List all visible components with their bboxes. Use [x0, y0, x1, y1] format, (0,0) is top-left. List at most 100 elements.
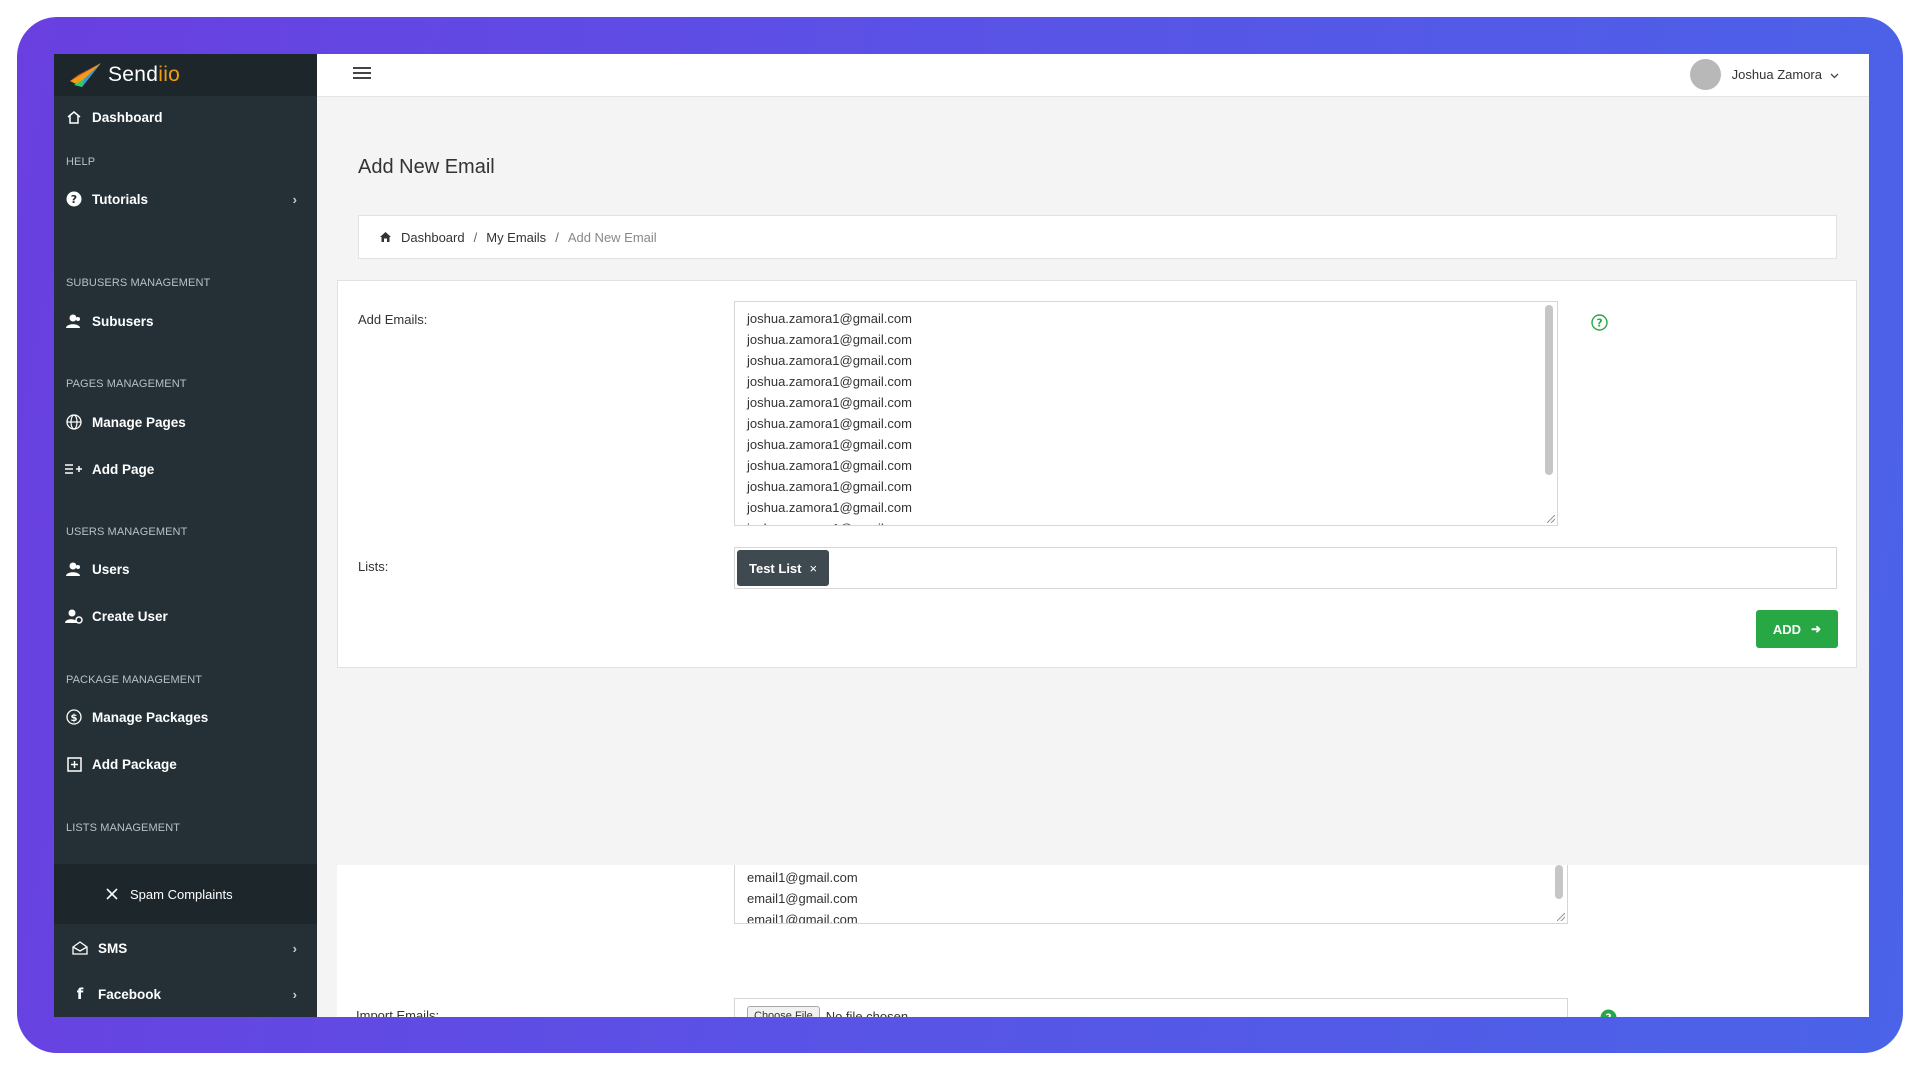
menu-toggle-icon[interactable] [353, 67, 371, 81]
users-icon [56, 561, 92, 577]
sidebar-item-spam-complaints[interactable]: Spam Complaints [54, 874, 317, 914]
brand-name: Sendiio [108, 63, 181, 86]
section-package: PACKAGE MANAGEMENT [66, 674, 203, 686]
email-lines: joshua.zamora1@gmail.com joshua.zamora1@g… [747, 308, 1545, 525]
chevron-right-icon: › [292, 940, 297, 956]
section-users: USERS MANAGEMENT [66, 526, 188, 538]
email-line: joshua.zamora1@gmail.com [747, 437, 912, 452]
sidebar-item-sms[interactable]: SMS › [54, 928, 317, 968]
add-button[interactable]: ADD ➜ [1756, 610, 1838, 648]
sidebar-item-add-page[interactable]: Add Page [54, 449, 317, 489]
sidebar: Sendiio Dashboard HELP ? Tutorials › SUB… [54, 54, 317, 1017]
svg-text:?: ? [71, 193, 77, 206]
chevron-right-icon: › [292, 986, 297, 1002]
user-name: Joshua Zamora [1731, 67, 1822, 82]
envelope-open-icon [62, 941, 98, 955]
sidebar-item-label: Dashboard [92, 109, 163, 125]
breadcrumb-current: Add New Email [567, 229, 657, 245]
resize-handle-icon[interactable] [1557, 913, 1565, 921]
sidebar-item-label: Users [92, 561, 130, 577]
file-status: No file chosen [825, 1008, 909, 1018]
email-line: email1@gmail.com [747, 870, 858, 885]
choose-file-button[interactable]: Choose File [747, 1006, 820, 1017]
section-help: HELP [66, 156, 96, 168]
emails-textarea-lower[interactable]: email1@gmail.com email1@gmail.com email1@g… [734, 865, 1568, 924]
breadcrumb-separator: / [473, 229, 478, 245]
user-menu[interactable]: Joshua Zamora [1689, 59, 1839, 90]
email-line: joshua.zamora1@gmail.com [747, 374, 912, 389]
lists-label: Lists: [358, 559, 389, 574]
sidebar-item-users[interactable]: Users [54, 549, 317, 589]
lists-select[interactable]: Test List × [734, 547, 1837, 589]
chevron-down-icon [1830, 67, 1839, 82]
plus-square-icon [56, 756, 92, 772]
add-emails-label: Add Emails: [358, 312, 428, 327]
breadcrumb-dashboard-link[interactable]: Dashboard [401, 230, 465, 245]
email-line: joshua.zamora1@gmail.com [747, 311, 912, 326]
list-tag: Test List × [737, 550, 830, 586]
email-line: email1@gmail.com [747, 912, 858, 924]
sidebar-item-label: Spam Complaints [130, 886, 233, 902]
facebook-icon: f [76, 985, 84, 1003]
avatar [1689, 59, 1721, 90]
sidebar-item-dashboard[interactable]: Dashboard [54, 97, 317, 137]
top-navbar: Joshua Zamora [317, 54, 1869, 97]
sidebar-item-label: Subusers [92, 313, 154, 329]
sidebar-item-label: Create User [92, 608, 168, 624]
email-line: joshua.zamora1@gmail.com [747, 395, 912, 410]
email-line: joshua.zamora1@gmail.com [747, 458, 912, 473]
sidebar-item-add-package[interactable]: Add Package [54, 744, 317, 784]
breadcrumb-my-emails-link[interactable]: My Emails [486, 230, 546, 245]
help-question-icon[interactable]: ? [1590, 313, 1608, 331]
sidebar-item-label: Add Page [92, 461, 155, 477]
svg-text:$: $ [71, 713, 78, 724]
sidebar-item-label: SMS [98, 940, 128, 956]
emails-textarea[interactable]: joshua.zamora1@gmail.com joshua.zamora1@g… [734, 301, 1558, 526]
section-subusers: SUBUSERS MANAGEMENT [66, 277, 211, 289]
email-lines: email1@gmail.com email1@gmail.com email1@g… [747, 867, 1555, 924]
email-line: joshua.zamora1@gmail.com [747, 500, 912, 515]
sidebar-item-tutorials[interactable]: ? Tutorials › [54, 179, 317, 219]
remove-tag-icon[interactable]: × [810, 561, 818, 576]
help-question-filled-icon[interactable]: ? [1599, 1008, 1617, 1017]
sidebar-item-manage-pages[interactable]: Manage Pages [54, 402, 317, 442]
breadcrumb-separator: / [555, 229, 559, 245]
email-line: joshua.zamora1@gmail.com [747, 518, 1545, 525]
section-pages: PAGES MANAGEMENT [66, 378, 187, 390]
chevron-right-icon: › [292, 191, 297, 207]
globe-icon [56, 414, 92, 430]
app-window: Sendiio Dashboard HELP ? Tutorials › SUB… [54, 54, 1869, 1017]
textarea-scrollbar[interactable] [1555, 865, 1563, 899]
list-tag-label: Test List [749, 560, 802, 576]
email-line: joshua.zamora1@gmail.com [747, 479, 912, 494]
page-title: Add New Email [358, 156, 495, 178]
textarea-scrollbar[interactable] [1545, 305, 1553, 475]
sidebar-item-label: Facebook [98, 986, 162, 1002]
svg-text:?: ? [1605, 1012, 1611, 1017]
sidebar-item-label: Tutorials [92, 191, 149, 207]
close-icon [94, 888, 130, 900]
import-emails-label: Import Emails: [356, 1008, 440, 1017]
email-line: joshua.zamora1@gmail.com [747, 353, 912, 368]
email-line: email1@gmail.com [747, 891, 858, 906]
sidebar-item-label: Manage Packages [92, 709, 209, 725]
sidebar-item-manage-packages[interactable]: $ Manage Packages [54, 697, 317, 737]
sidebar-item-create-user[interactable]: Create User [54, 596, 317, 636]
import-file-input[interactable]: Choose File No file chosen [734, 998, 1568, 1017]
sidebar-item-subusers[interactable]: Subusers [54, 301, 317, 341]
logo[interactable]: Sendiio [54, 54, 317, 96]
svg-text:?: ? [1596, 317, 1602, 329]
sidebar-item-label: Add Package [92, 756, 177, 772]
sidebar-item-facebook[interactable]: f Facebook › [54, 974, 317, 1014]
section-lists: LISTS MANAGEMENT [66, 822, 181, 834]
question-circle-icon: ? [56, 191, 92, 207]
user-group-icon [56, 313, 92, 329]
breadcrumb: Dashboard / My Emails / Add New Email [358, 215, 1837, 259]
user-gear-icon [56, 608, 92, 624]
sidebar-item-label: Manage Pages [92, 414, 186, 430]
home-icon [379, 231, 392, 243]
email-line: joshua.zamora1@gmail.com [747, 332, 912, 347]
resize-handle-icon[interactable] [1547, 515, 1555, 523]
dollar-circle-icon: $ [56, 709, 92, 725]
paper-plane-logo-icon [70, 63, 101, 87]
